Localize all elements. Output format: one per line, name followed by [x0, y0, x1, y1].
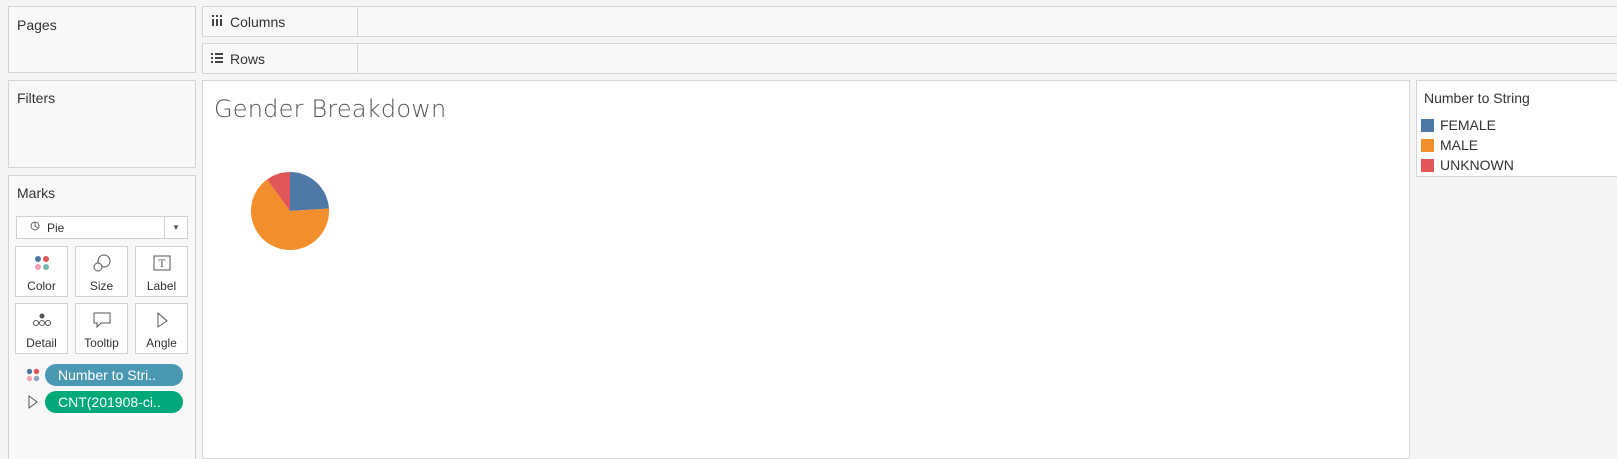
- color-button[interactable]: Color: [15, 246, 68, 297]
- tooltip-icon: [76, 310, 127, 330]
- legend-item-label: FEMALE: [1440, 117, 1497, 133]
- columns-shelf-label: Columns: [230, 13, 286, 30]
- size-icon: [76, 253, 127, 273]
- label-button[interactable]: T Label: [135, 246, 188, 297]
- chevron-down-icon[interactable]: ▼: [164, 217, 187, 238]
- size-button-label: Size: [89, 279, 114, 293]
- rows-shelf[interactable]: Rows: [202, 43, 1617, 74]
- view-title: Gender Breakdown: [214, 95, 447, 123]
- filters-shelf[interactable]: Filters: [8, 80, 196, 168]
- pages-shelf[interactable]: Pages: [8, 6, 196, 73]
- label-button-label: Label: [146, 279, 177, 293]
- pie-slice-female[interactable]: [290, 172, 329, 211]
- columns-shelf-label-area: Columns: [203, 7, 358, 36]
- pages-shelf-title: Pages: [17, 17, 57, 33]
- rows-shelf-label: Rows: [230, 50, 266, 67]
- rows-drop-area[interactable]: [358, 44, 1617, 73]
- pie-chart[interactable]: [250, 171, 330, 251]
- color-button-label: Color: [27, 279, 56, 293]
- legend-item-male[interactable]: MALE: [1421, 135, 1478, 155]
- mark-type-dropdown[interactable]: Pie ▼: [16, 216, 188, 239]
- pie-mark-icon: [30, 221, 40, 234]
- detail-button[interactable]: Detail: [15, 303, 68, 354]
- columns-icon: [207, 14, 227, 29]
- text-label-icon: T: [136, 253, 187, 273]
- svg-text:T: T: [158, 259, 165, 270]
- legend-swatch: [1421, 118, 1434, 132]
- legend-title: Number to String: [1424, 90, 1530, 106]
- tooltip-button-label: Tooltip: [84, 336, 119, 350]
- size-button[interactable]: Size: [75, 246, 128, 297]
- tooltip-button[interactable]: Tooltip: [75, 303, 128, 354]
- color-field-pill[interactable]: Number to Stri..: [45, 364, 183, 386]
- columns-shelf[interactable]: Columns: [202, 6, 1617, 37]
- legend-item-label: MALE: [1440, 137, 1479, 153]
- legend-item-unknown[interactable]: UNKNOWN: [1421, 155, 1514, 175]
- angle-button[interactable]: Angle: [135, 303, 188, 354]
- color-icon: [16, 253, 67, 273]
- angle-encoding-icon: [25, 394, 41, 410]
- legend-swatch: [1421, 138, 1434, 152]
- legend-item-female[interactable]: FEMALE: [1421, 115, 1496, 135]
- color-legend: Number to String FEMALE MALE UNKNOWN: [1416, 80, 1617, 177]
- detail-button-label: Detail: [26, 336, 57, 350]
- mark-type-label: Pie: [47, 221, 65, 235]
- legend-swatch: [1421, 158, 1434, 172]
- viz-canvas[interactable]: Gender Breakdown: [202, 80, 1410, 459]
- detail-icon: [16, 310, 67, 330]
- color-encoding-icon: [25, 367, 41, 383]
- angle-button-label: Angle: [146, 336, 177, 350]
- marks-card-title: Marks: [17, 185, 56, 201]
- filters-shelf-title: Filters: [17, 90, 56, 106]
- columns-drop-area[interactable]: [358, 7, 1617, 36]
- rows-shelf-label-area: Rows: [203, 44, 358, 73]
- angle-icon: [136, 310, 187, 330]
- rows-icon: [207, 52, 227, 66]
- angle-field-pill[interactable]: CNT(201908-ci..: [45, 391, 183, 413]
- legend-item-label: UNKNOWN: [1440, 157, 1514, 173]
